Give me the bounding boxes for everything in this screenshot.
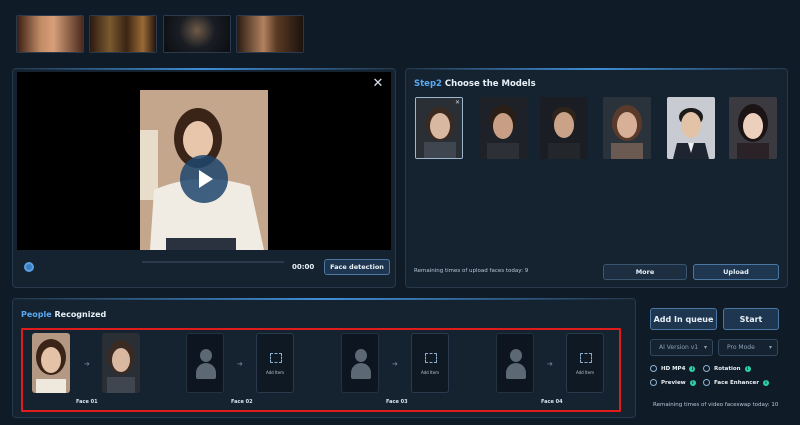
model-card-6[interactable] xyxy=(729,97,777,159)
close-icon[interactable]: ✕ xyxy=(372,77,384,90)
people-recognized-title: People Recognized xyxy=(21,310,106,319)
face-detection-button[interactable]: Face detection xyxy=(324,259,390,275)
option-hd-mp4[interactable]: HD MP4 i xyxy=(650,365,696,372)
model-card-1[interactable] xyxy=(415,97,463,159)
video-panel-highlight xyxy=(12,68,396,70)
info-icon[interactable]: i xyxy=(744,365,751,372)
option-face-enhancer[interactable]: Face Enhancer i xyxy=(703,379,769,386)
more-button[interactable]: More xyxy=(603,264,687,280)
model-card-3[interactable] xyxy=(540,97,588,159)
info-icon[interactable]: i xyxy=(689,379,696,386)
model-face-2 xyxy=(479,97,527,159)
video-thumbnail-2[interactable] xyxy=(89,15,157,53)
step-label: Step2 xyxy=(414,79,442,89)
model-face-6 xyxy=(729,97,777,159)
models-panel-highlight xyxy=(405,68,788,70)
model-card-5[interactable] xyxy=(667,97,715,159)
video-thumbnail-3[interactable] xyxy=(163,15,231,53)
ai-version-select[interactable]: AI Version v1 ▾ xyxy=(650,339,713,356)
info-icon[interactable]: i xyxy=(762,379,769,386)
video-progress-track[interactable] xyxy=(142,261,284,263)
remaining-faceswap-text: Remaining times of video faceswap today:… xyxy=(653,402,779,408)
option-label: Rotation xyxy=(714,365,741,372)
model-face-1 xyxy=(416,98,462,158)
info-icon[interactable]: i xyxy=(689,365,696,372)
model-face-4 xyxy=(603,97,651,159)
model-face-5 xyxy=(667,97,715,159)
video-thumbnail-4[interactable] xyxy=(236,15,304,53)
model-card-2[interactable] xyxy=(479,97,527,159)
chevron-down-icon: ▾ xyxy=(703,344,707,351)
gear-icon[interactable] xyxy=(24,262,34,272)
pro-mode-value: Pro Mode xyxy=(727,344,755,351)
people-title-rest: Recognized xyxy=(54,310,107,319)
model-1-close-icon[interactable]: ✕ xyxy=(455,99,460,106)
radio-icon[interactable] xyxy=(650,365,657,372)
radio-icon[interactable] xyxy=(703,365,710,372)
radio-icon[interactable] xyxy=(703,379,710,386)
people-panel-highlight xyxy=(12,298,636,300)
pro-mode-select[interactable]: Pro Mode ▾ xyxy=(718,339,778,356)
chevron-down-icon: ▾ xyxy=(768,344,772,351)
people-title-accent: People xyxy=(21,310,52,319)
step-title-text: Choose the Models xyxy=(444,79,536,89)
start-button[interactable]: Start xyxy=(723,308,779,330)
video-thumbnail-1[interactable] xyxy=(16,15,84,53)
video-time: 00:00 xyxy=(292,263,315,271)
add-in-queue-button[interactable]: Add In queue xyxy=(650,308,717,330)
highlight-box xyxy=(21,328,621,412)
option-rotation[interactable]: Rotation i xyxy=(703,365,751,372)
option-label: Preview xyxy=(661,379,686,386)
model-card-4[interactable] xyxy=(603,97,651,159)
option-label: Face Enhancer xyxy=(714,379,759,386)
ai-version-value: AI Version v1 xyxy=(659,344,699,351)
option-label: HD MP4 xyxy=(661,365,686,372)
radio-icon[interactable] xyxy=(650,379,657,386)
upload-button[interactable]: Upload xyxy=(693,264,779,280)
step2-title: Step2 Choose the Models xyxy=(414,79,536,89)
play-button[interactable] xyxy=(180,155,228,203)
model-face-3 xyxy=(540,97,588,159)
remaining-upload-text: Remaining times of upload faces today: 9 xyxy=(414,268,529,274)
option-preview[interactable]: Preview i xyxy=(650,379,696,386)
